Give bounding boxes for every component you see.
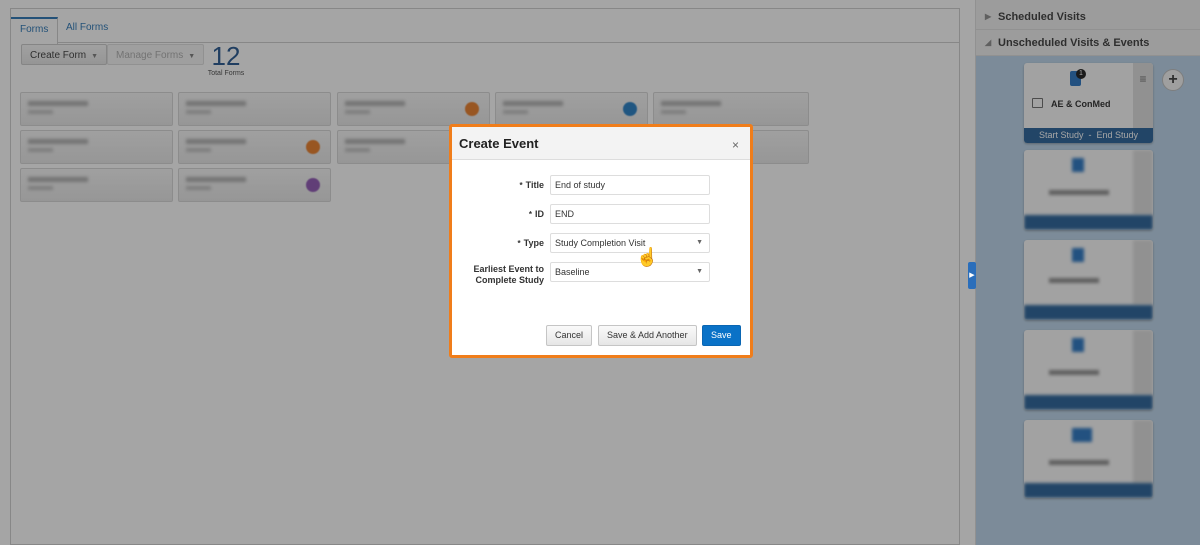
cancel-button[interactable]: Cancel: [546, 325, 593, 346]
hand-cursor-icon: ☝: [636, 247, 659, 267]
id-input[interactable]: END: [550, 204, 710, 224]
title-label: * Title: [519, 180, 544, 190]
close-icon[interactable]: ×: [732, 138, 739, 152]
save-add-another-button[interactable]: Save & Add Another: [598, 325, 697, 346]
save-button[interactable]: Save: [702, 325, 741, 346]
panel-toggle-handle[interactable]: ▶: [968, 262, 976, 289]
earliest-event-label: Earliest Event to Complete Study: [473, 264, 544, 285]
dialog-title: Create Event: [459, 136, 539, 151]
id-label: * ID: [528, 209, 544, 219]
earliest-event-select[interactable]: Baseline ▼: [550, 262, 710, 282]
title-input[interactable]: End of study: [550, 175, 710, 195]
create-event-dialog: Create Event × * Title End of study * ID E…: [449, 124, 753, 358]
chevron-down-icon: ▼: [696, 268, 703, 275]
type-select[interactable]: Study Completion Visit ▼: [550, 233, 710, 253]
type-label: * Type: [517, 238, 544, 248]
chevron-down-icon: ▼: [696, 239, 703, 246]
